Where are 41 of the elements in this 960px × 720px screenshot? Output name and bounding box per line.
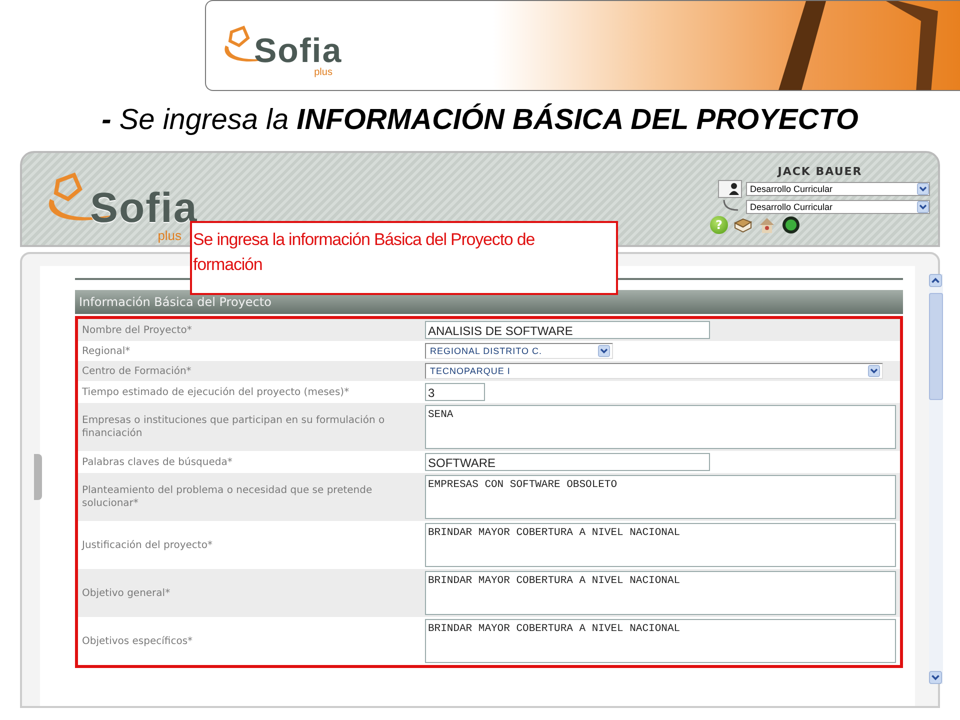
text-area[interactable]: BRINDAR MAYOR COBERTURA A NIVEL NACIONAL	[425, 571, 896, 615]
text-area[interactable]: BRINDAR MAYOR COBERTURA A NIVEL NACIONAL	[425, 619, 896, 663]
text-field[interactable]: SOFTWARE	[425, 453, 710, 471]
power-icon[interactable]	[782, 216, 800, 234]
caret-icon	[868, 365, 880, 377]
field-label: Empresas o instituciones que participan en su formulación o financiación	[81, 414, 386, 441]
dropdown[interactable]: TECNOPARQUE I	[425, 363, 883, 379]
callout-note: Se ingresa la información Básica del Proyecto de formación	[190, 221, 618, 295]
text-area[interactable]: EMPRESAS CON SOFTWARE OBSOLETO	[425, 475, 896, 519]
field-label: Planteamiento del problema o necesidad que se pretende solucionar*	[81, 484, 374, 511]
slide-title: - Se ingresa la INFORMACIÓN BÁSICA DEL PROYECTO	[100, 102, 860, 138]
field-label: Centro de Formación*	[81, 364, 192, 378]
field-label: Tiempo estimado de ejecución del proyecto (meses)*	[81, 386, 350, 400]
field-label: Objetivo general*	[81, 586, 172, 600]
caret-icon	[917, 182, 929, 194]
user-card-icon	[718, 180, 742, 198]
field-label: Nombre del Proyecto*	[81, 324, 193, 338]
logo-suffix: plus	[158, 228, 182, 243]
field-label: Justificación del proyecto*	[80, 538, 214, 552]
panel-handle[interactable]	[34, 454, 42, 500]
user-name: JACK BAUER	[778, 164, 862, 178]
scroll-up-icon[interactable]	[929, 274, 942, 287]
caret-icon	[917, 200, 929, 212]
house-icon[interactable]	[758, 216, 776, 234]
caret-icon	[598, 345, 610, 357]
book-icon[interactable]	[734, 216, 752, 234]
scroll-thumb[interactable]	[929, 293, 943, 400]
text-field[interactable]: ANALISIS DE SOFTWARE	[425, 321, 710, 339]
logo-name: Sofia	[254, 34, 342, 68]
field-label: Palabras claves de búsqueda*	[81, 456, 234, 470]
number-field[interactable]: 3	[425, 383, 485, 401]
field-label: Regional*	[81, 344, 132, 358]
field-label: Objetivos específicos*	[81, 634, 194, 648]
dropdown[interactable]: REGIONAL DISTRITO C.	[425, 343, 613, 359]
scroll-down-icon[interactable]	[929, 671, 942, 684]
text-area[interactable]: SENA	[425, 405, 896, 449]
logo-suffix: plus	[314, 67, 332, 78]
role-dropdown[interactable]: Desarrollo Curricular	[746, 182, 930, 196]
scrollbar[interactable]	[929, 274, 943, 684]
text-area[interactable]: BRINDAR MAYOR COBERTURA A NIVEL NACIONAL	[425, 523, 896, 567]
role-dropdown[interactable]: Desarrollo Curricular	[746, 200, 930, 214]
